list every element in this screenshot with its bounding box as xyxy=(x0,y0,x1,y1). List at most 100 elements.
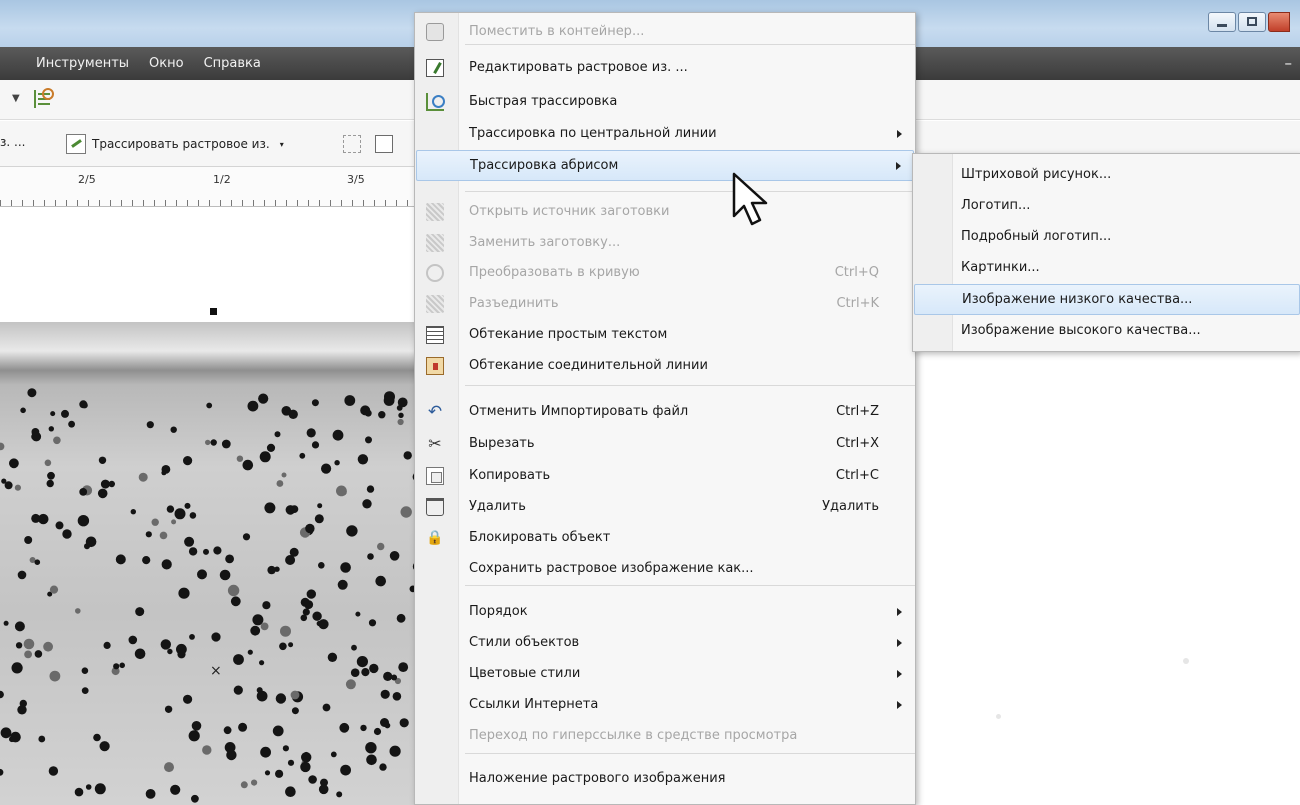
menu-item-label: Ссылки Интернета xyxy=(469,697,599,712)
bitmap-dot xyxy=(50,411,56,417)
bitmap-dot xyxy=(81,402,88,409)
quick-trace-icon xyxy=(426,93,445,111)
bitmap-dot xyxy=(318,562,325,569)
context-menu-item[interactable]: Обтекание соединительной линии xyxy=(416,351,914,382)
bitmap-dot xyxy=(366,754,377,766)
bitmap-dot xyxy=(380,718,389,727)
context-menu-item[interactable]: Обтекание простым текстом xyxy=(416,320,914,351)
minimize-icon xyxy=(1217,24,1227,27)
bitmap-dot xyxy=(330,751,337,758)
context-menu-item[interactable]: Наложение растрового изображения xyxy=(416,764,914,795)
bitmap-dot xyxy=(211,632,221,642)
bitmap-dot xyxy=(93,733,101,742)
tool-options-icon[interactable] xyxy=(34,88,54,108)
submenu-arrow-icon xyxy=(897,670,902,678)
chevron-down-icon[interactable]: ▾ xyxy=(280,140,284,149)
bitmap-dot xyxy=(398,662,409,672)
bitmap-dot xyxy=(68,420,75,428)
menu-item-shortcut: Ctrl+Q xyxy=(834,265,879,280)
submenu-arrow-icon xyxy=(897,130,902,138)
bitmap-dot xyxy=(3,620,9,626)
bitmap-dot xyxy=(282,745,289,752)
bitmap-dot xyxy=(0,768,4,776)
menubar-collapse-button[interactable]: – xyxy=(1285,54,1293,72)
minimize-button[interactable] xyxy=(1208,12,1236,32)
bitmap-dot xyxy=(203,548,209,555)
bitmap-dot xyxy=(337,579,348,590)
submenu-item[interactable]: Логотип... xyxy=(914,191,1300,222)
crop-bitmap-icon[interactable] xyxy=(375,135,393,153)
menu-item-label: Вырезать xyxy=(469,436,535,451)
menu-item-label: Трассировка по центральной линии xyxy=(469,126,717,141)
context-menu-item[interactable]: Ссылки Интернета xyxy=(416,690,914,721)
bitmap-dot xyxy=(206,402,213,409)
menu-tools[interactable]: Инструменты xyxy=(36,56,129,71)
context-menu-item[interactable]: Быстрая трассировка xyxy=(416,87,914,118)
bitmap-dot xyxy=(290,690,300,700)
bitmap-dot xyxy=(224,742,236,753)
menu-item-shortcut: Ctrl+C xyxy=(835,468,879,483)
maximize-button[interactable] xyxy=(1238,12,1266,32)
submenu-item[interactable]: Изображение низкого качества... xyxy=(914,284,1300,315)
menu-help[interactable]: Справка xyxy=(204,56,261,71)
bitmap-dot xyxy=(221,439,231,449)
bitmap-dot xyxy=(94,783,106,795)
bitmap-dot xyxy=(145,531,152,538)
bitmap-image[interactable]: × xyxy=(0,322,420,805)
context-menu-item[interactable]: Порядок xyxy=(416,597,914,628)
selection-handle[interactable] xyxy=(210,308,217,315)
trace-bitmap-icon xyxy=(66,134,86,154)
bitmap-dot xyxy=(24,650,32,659)
bitmap-dot xyxy=(171,519,177,525)
bitmap-dot xyxy=(238,722,248,732)
submenu-item[interactable]: Картинки... xyxy=(914,253,1300,284)
bitmap-dot xyxy=(230,596,241,607)
context-menu-item[interactable]: Сохранить растровое изображение как... xyxy=(416,554,914,585)
ruler-label: 1/2 xyxy=(213,173,231,186)
bitmap-dot xyxy=(227,584,240,597)
submenu-item[interactable]: Подробный логотип... xyxy=(914,222,1300,253)
bitmap-dot xyxy=(356,656,368,668)
context-menu-item[interactable]: Цветовые стили xyxy=(416,659,914,690)
bitmap-dot xyxy=(373,727,382,736)
cut-icon: ✂ xyxy=(428,434,442,453)
context-menu-item[interactable]: ✂ Вырезать Ctrl+X xyxy=(416,429,914,460)
bitmap-dot xyxy=(259,660,265,666)
bitmap-dot xyxy=(53,436,61,445)
bitmap-dot xyxy=(378,411,386,419)
ruler-label: 2/5 xyxy=(78,173,96,186)
bitmap-dot xyxy=(379,763,387,771)
bitmap-dot xyxy=(306,589,316,599)
context-menu-item[interactable]: Стили объектов xyxy=(416,628,914,659)
bitmap-dot xyxy=(170,784,181,795)
bitmap-dot xyxy=(396,613,406,623)
context-menu-item[interactable]: Копировать Ctrl+C xyxy=(416,461,914,492)
bitmap-dot xyxy=(400,506,412,518)
trace-bitmap-button[interactable]: Трассировать растровое из. ▾ xyxy=(66,130,284,158)
context-menu-item[interactable]: 🔒 Блокировать объект xyxy=(416,523,914,554)
bitmap-dot xyxy=(252,614,264,626)
context-menu-item[interactable]: Удалить Удалить xyxy=(416,492,914,523)
bitmap-dot xyxy=(210,439,217,446)
bitmap-dot xyxy=(183,456,193,466)
bounding-box-icon[interactable] xyxy=(343,135,361,153)
menu-item-label: Обтекание соединительной линии xyxy=(469,358,708,373)
bitmap-dot xyxy=(314,514,324,524)
submenu-item[interactable]: Штриховой рисунок... xyxy=(914,160,1300,191)
bitmap-dot xyxy=(362,499,372,509)
context-menu-item[interactable]: Трассировка абрисом xyxy=(416,150,914,181)
context-menu-item[interactable]: ↶ Отменить Импортировать файл Ctrl+Z xyxy=(416,397,914,428)
submenu-item[interactable]: Изображение высокого качества... xyxy=(914,316,1300,347)
context-menu-item[interactable]: Трассировка по центральной линии xyxy=(416,119,914,150)
bitmap-dot xyxy=(345,679,356,690)
bitmap-dot xyxy=(336,791,343,798)
dropdown-caret-icon[interactable]: ▼ xyxy=(12,93,20,104)
menu-window[interactable]: Окно xyxy=(149,56,184,71)
submenu-item-label: Изображение низкого качества... xyxy=(962,292,1193,307)
bitmap-dot xyxy=(167,648,173,655)
menu-item-label: Копировать xyxy=(469,468,551,483)
context-menu-item[interactable]: Редактировать растровое из. ... xyxy=(416,53,914,84)
bitmap-dot xyxy=(389,745,401,757)
bitmap-dot xyxy=(279,642,287,651)
close-button[interactable] xyxy=(1268,12,1290,32)
